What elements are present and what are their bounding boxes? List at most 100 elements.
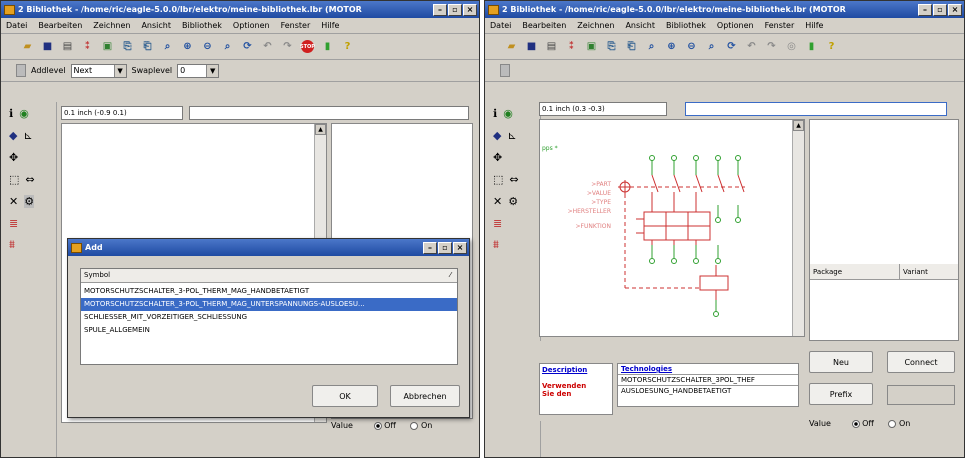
package-column-header[interactable]: Package [810, 264, 900, 279]
mirror-icon[interactable]: ⇔ [509, 173, 518, 186]
name-icon[interactable]: ≣ [493, 217, 502, 230]
name-icon[interactable]: ≣ [9, 217, 18, 230]
script-icon[interactable]: ⎘ [121, 40, 134, 53]
print-icon[interactable]: ▤ [61, 40, 74, 53]
maximize-button[interactable]: ▫ [933, 3, 947, 16]
menu-bibliothek[interactable]: Bibliothek [666, 21, 706, 30]
redo-icon[interactable]: ↷ [765, 40, 778, 53]
command-input[interactable] [189, 106, 469, 120]
scroll-up-button[interactable]: ▲ [793, 120, 804, 131]
zoom-select-icon[interactable]: ⌕ [705, 40, 718, 53]
delete-icon[interactable]: ✕ [493, 195, 502, 208]
cancel-button[interactable]: Abbrechen [390, 385, 460, 407]
print-icon[interactable]: ▤ [545, 40, 558, 53]
list-item-selected[interactable]: MOTORSCHUTZSCHALTER_3-POL_THERM_MAG_UNTE… [81, 298, 457, 311]
list-item[interactable]: SCHLIESSER_MIT_VORZEITIGER_SCHLIESSUNG [81, 311, 457, 324]
stop-icon[interactable]: STOP [300, 40, 315, 53]
technology-value[interactable]: MOTORSCHUTZSCHALTER_3POL_THEF [618, 375, 798, 386]
command-input[interactable] [685, 102, 947, 116]
menu-ansicht[interactable]: Ansicht [625, 21, 655, 30]
undo-icon[interactable]: ↶ [745, 40, 758, 53]
run-icon[interactable]: ⎗ [141, 40, 154, 53]
redraw-icon[interactable]: ⟳ [725, 40, 738, 53]
move-icon[interactable]: ✥ [9, 151, 18, 164]
symbol-column-header[interactable]: Symbol ⁄ [81, 269, 457, 283]
info-icon[interactable]: ℹ [9, 107, 13, 120]
dialog-title-bar[interactable]: Add – ▫ × [68, 239, 469, 256]
zoom-in-icon[interactable]: ⊕ [665, 40, 678, 53]
zoom-in-icon[interactable]: ⊕ [181, 40, 194, 53]
zoom-fit-icon[interactable]: ⌕ [645, 40, 658, 53]
board-icon[interactable]: ▣ [101, 40, 114, 53]
menu-zeichnen[interactable]: Zeichnen [93, 21, 130, 30]
run-icon[interactable]: ⎗ [625, 40, 638, 53]
close-button[interactable]: × [463, 3, 477, 16]
help-icon[interactable]: ? [341, 40, 354, 53]
menu-optionen[interactable]: Optionen [717, 21, 754, 30]
undo-icon[interactable]: ↶ [261, 40, 274, 53]
prefix-button[interactable]: Prefix [809, 383, 873, 405]
off-radio[interactable] [373, 421, 382, 430]
menu-hilfe[interactable]: Hilfe [321, 21, 339, 30]
symbol-list[interactable]: Symbol ⁄ MOTORSCHUTZSCHALTER_3-POL_THERM… [80, 268, 458, 365]
copy-icon[interactable]: ⬚ [493, 173, 503, 186]
maximize-button[interactable]: ▫ [438, 241, 452, 254]
go-icon[interactable]: ▮ [321, 40, 334, 53]
minimize-button[interactable]: – [423, 241, 437, 254]
mark-icon[interactable]: ⊾ [507, 129, 516, 142]
menu-bearbeiten[interactable]: Bearbeiten [38, 21, 82, 30]
off-radio[interactable] [851, 419, 860, 428]
list-item[interactable]: MOTORSCHUTZSCHALTER_3-POL_THERM_MAG_HAND… [81, 285, 457, 298]
menu-bibliothek[interactable]: Bibliothek [182, 21, 222, 30]
mirror-icon[interactable]: ⇔ [25, 173, 34, 186]
description-link[interactable]: Description [540, 364, 612, 376]
open-icon[interactable]: ▰ [505, 40, 518, 53]
menu-ansicht[interactable]: Ansicht [141, 21, 171, 30]
on-radio[interactable] [410, 421, 419, 430]
add-icon[interactable]: ⚙ [508, 195, 518, 208]
neu-button[interactable]: Neu [809, 351, 873, 373]
copy-icon[interactable]: ⬚ [9, 173, 19, 186]
on-radio[interactable] [888, 419, 897, 428]
menu-bearbeiten[interactable]: Bearbeiten [522, 21, 566, 30]
cam-icon[interactable]: ⁑ [81, 40, 94, 53]
swaplevel-select[interactable]: 0 ▼ [177, 63, 220, 78]
title-bar[interactable]: 2 Bibliothek - /home/ric/eagle-5.0.0/lbr… [1, 1, 479, 18]
schematic-canvas[interactable]: pps * >PART >VALUE >TYPE >HERSTELLER >FU… [539, 119, 805, 337]
menu-hilfe[interactable]: Hilfe [805, 21, 823, 30]
zoom-out-icon[interactable]: ⊖ [685, 40, 698, 53]
board-icon[interactable]: ▣ [585, 40, 598, 53]
technologies-link[interactable]: Technologies [618, 364, 798, 375]
cam-icon[interactable]: ⁑ [565, 40, 578, 53]
show-icon[interactable]: ◉ [503, 107, 513, 120]
minimize-button[interactable]: – [918, 3, 932, 16]
addlevel-select[interactable]: Next ▼ [70, 63, 127, 78]
delete-icon[interactable]: ✕ [9, 195, 18, 208]
menu-zeichnen[interactable]: Zeichnen [577, 21, 614, 30]
save-icon[interactable]: ■ [525, 40, 538, 53]
menu-datei[interactable]: Datei [6, 21, 27, 30]
show-icon[interactable]: ◉ [19, 107, 29, 120]
title-bar[interactable]: 2 Bibliothek - /home/ric/eagle-5.0.0/lbr… [485, 1, 964, 18]
redraw-icon[interactable]: ⟳ [241, 40, 254, 53]
display-icon[interactable]: ◆ [9, 129, 17, 142]
connect-button[interactable]: Connect [887, 351, 955, 373]
open-icon[interactable]: ▰ [21, 40, 34, 53]
go-icon[interactable]: ▮ [805, 40, 818, 53]
info-icon[interactable]: ℹ [493, 107, 497, 120]
menu-fenster[interactable]: Fenster [765, 21, 795, 30]
smash-icon[interactable]: ⩩ [493, 238, 499, 252]
zoom-out-icon[interactable]: ⊖ [201, 40, 214, 53]
variant-column-header[interactable]: Variant [900, 264, 928, 279]
redo-icon[interactable]: ↷ [281, 40, 294, 53]
menu-datei[interactable]: Datei [490, 21, 511, 30]
smash-icon[interactable]: ⩩ [9, 238, 15, 252]
maximize-button[interactable]: ▫ [448, 3, 462, 16]
technology-value[interactable]: AUSLOESUNG_HANDBETAETIGT [618, 386, 798, 396]
move-icon[interactable]: ✥ [493, 151, 502, 164]
display-icon[interactable]: ◆ [493, 129, 501, 142]
mark-icon[interactable]: ⊾ [23, 129, 32, 142]
scroll-up-button[interactable]: ▲ [315, 124, 326, 135]
close-button[interactable]: × [948, 3, 962, 16]
stop-icon[interactable]: ◎ [785, 40, 798, 53]
